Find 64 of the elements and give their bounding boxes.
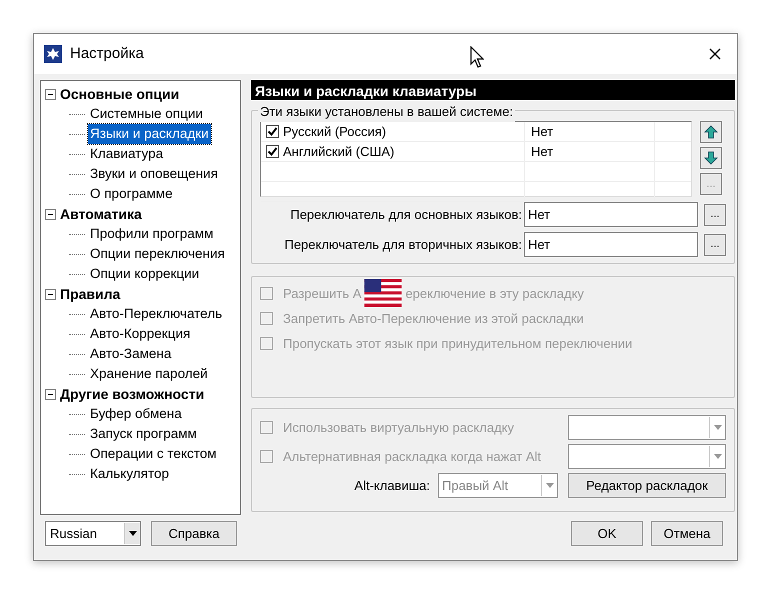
- tree-item[interactable]: Калькулятор: [88, 464, 172, 484]
- hotkey-cell-text: Нет: [531, 122, 554, 141]
- hotkey-field[interactable]: Нет: [524, 232, 698, 257]
- tree-group-label[interactable]: Основные опции: [60, 84, 180, 104]
- more-button[interactable]: ...: [704, 234, 726, 256]
- tree-item[interactable]: Клавиатура: [88, 144, 166, 164]
- hotkey-cell-text: Нет: [531, 142, 554, 161]
- tree-item[interactable]: О программе: [88, 184, 175, 204]
- layout-dropdown[interactable]: [568, 444, 726, 469]
- move-down-button[interactable]: [700, 147, 722, 169]
- option-label: Альтернативная раскладка когда нажат Alt: [283, 448, 542, 466]
- tree-item[interactable]: Авто-Замена: [88, 344, 174, 364]
- language-name: Английский (США): [283, 142, 394, 161]
- alt-key-label: Alt-клавиша:: [354, 476, 430, 495]
- caret-icon[interactable]: [128, 531, 136, 536]
- tree-item[interactable]: Профили программ: [88, 224, 216, 244]
- option-label: Использовать виртуальную раскладку: [283, 418, 514, 437]
- tree-item[interactable]: Операции с текстом: [88, 444, 219, 464]
- language-name: Русский (Россия): [283, 122, 386, 141]
- dialog-button[interactable]: Отмена: [651, 521, 723, 546]
- tree-group-label[interactable]: Правила: [60, 284, 120, 304]
- caret-icon: [714, 454, 722, 459]
- tree-item[interactable]: Запуск программ: [88, 424, 199, 444]
- tree-item[interactable]: Опции переключения: [88, 244, 227, 264]
- down-arrow-icon: [704, 151, 718, 165]
- option-label: ереключение в эту раскладку: [405, 284, 584, 303]
- tree-item[interactable]: Авто-Коррекция: [88, 324, 192, 344]
- hotkey-field[interactable]: Нет: [524, 202, 698, 227]
- layout-dropdown[interactable]: [568, 415, 726, 440]
- tree-item[interactable]: Опции коррекции: [88, 264, 202, 284]
- move-up-button[interactable]: [700, 121, 722, 143]
- us-flag-icon: [363, 278, 404, 306]
- checkbox[interactable]: [266, 145, 279, 158]
- app-icon: [44, 45, 62, 63]
- caret-icon: [546, 483, 554, 488]
- option-label: Запретить Авто-Переключение из этой раскладки: [283, 310, 584, 328]
- tree-group-label[interactable]: Автоматика: [60, 204, 142, 224]
- option-label: Пропускать этот язык при принудительном переключении: [283, 334, 632, 353]
- option-label: Разрешить А: [283, 284, 362, 303]
- help-button[interactable]: Справка: [151, 521, 237, 546]
- tree-item[interactable]: Системные опции: [88, 104, 205, 124]
- hotkey-label: Переключатель для вторичных языков:: [283, 236, 523, 254]
- layout-editor-button[interactable]: Редактор раскладок: [568, 473, 726, 498]
- collapse-icon[interactable]: [45, 88, 56, 100]
- panel-title: Языки и раскладки клавиатуры: [251, 80, 735, 100]
- tree-item[interactable]: Хранение паролей: [88, 364, 210, 384]
- up-arrow-icon: [704, 125, 718, 139]
- mouse-cursor-icon: [470, 46, 484, 68]
- collapse-icon[interactable]: [45, 288, 56, 300]
- tree-item[interactable]: Буфер обмена: [88, 404, 184, 424]
- checkbox[interactable]: [266, 125, 279, 138]
- tree-group-label[interactable]: Другие возможности: [60, 384, 204, 404]
- window-title: Настройка: [70, 44, 144, 64]
- collapse-icon[interactable]: [45, 388, 56, 400]
- caret-icon: [714, 425, 722, 430]
- close-icon[interactable]: [709, 48, 721, 60]
- language-dropdown[interactable]: Russian: [45, 521, 141, 546]
- tree-item[interactable]: Авто-Переключатель: [88, 304, 224, 324]
- tree-item[interactable]: Звуки и оповещения: [88, 164, 220, 184]
- collapse-icon[interactable]: [45, 208, 56, 220]
- dialog-button[interactable]: OK: [571, 521, 643, 546]
- hotkey-label: Переключатель для основных языков:: [289, 206, 523, 224]
- more-button[interactable]: ...: [704, 204, 726, 226]
- tree-item[interactable]: Языки и раскладки: [88, 124, 211, 144]
